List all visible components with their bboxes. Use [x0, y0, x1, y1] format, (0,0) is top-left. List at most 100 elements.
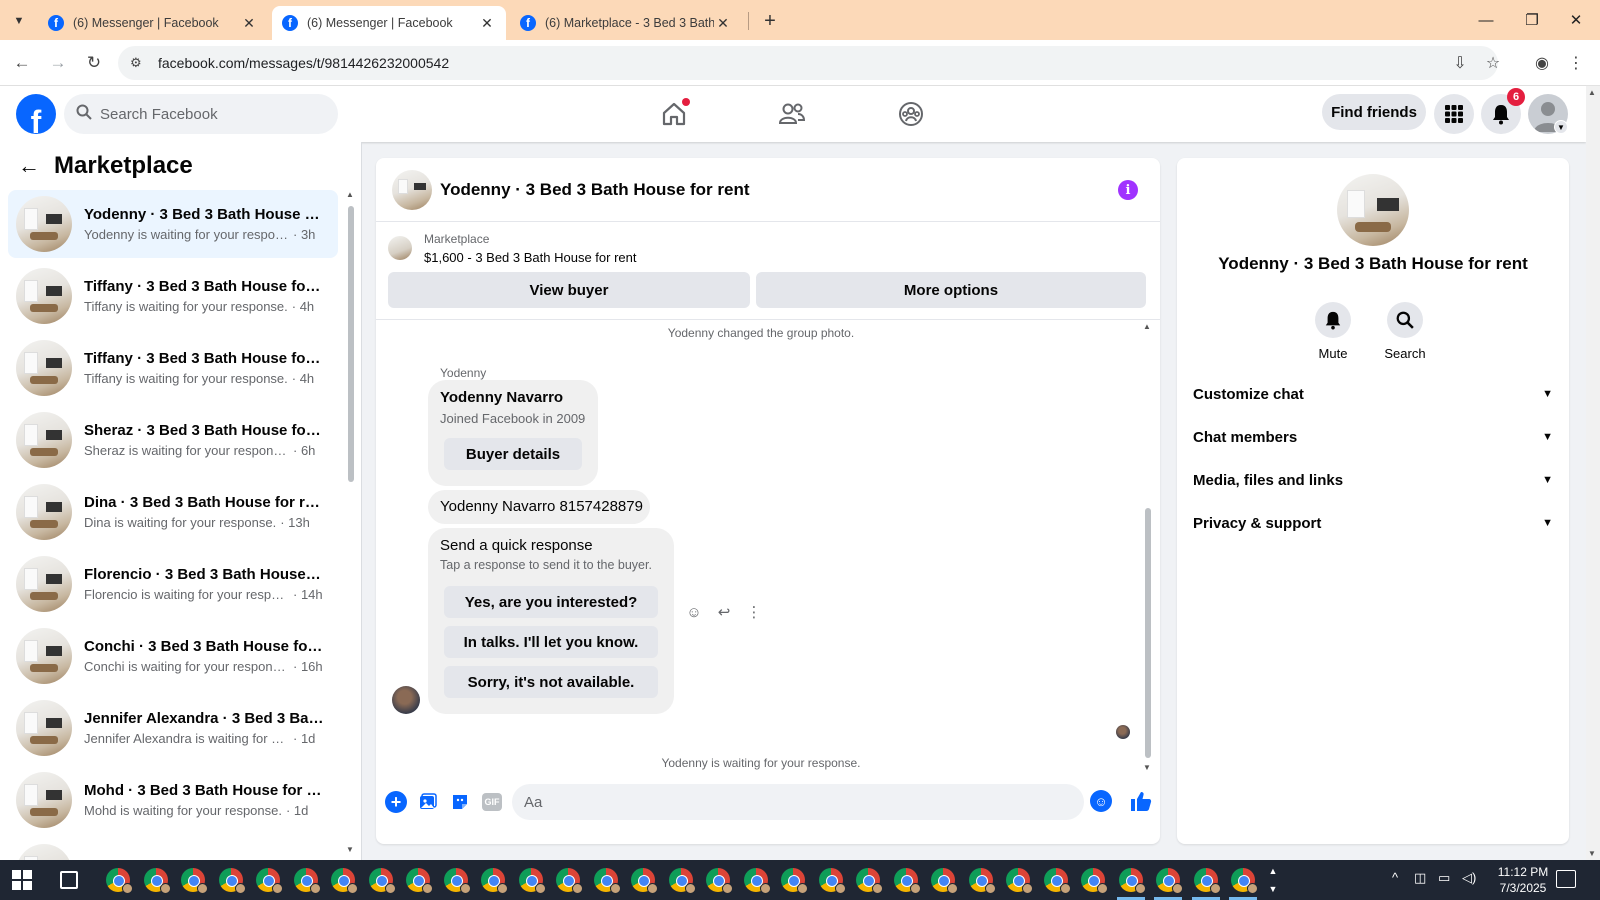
emoji-icon[interactable]: ☺: [1090, 790, 1112, 812]
section-chat-members[interactable]: Chat members ▼: [1193, 417, 1553, 457]
forward-arrow-icon[interactable]: →: [46, 51, 70, 75]
tab-close-icon[interactable]: ✕: [714, 14, 732, 32]
details-avatar[interactable]: [1337, 174, 1409, 246]
browser-tab-3[interactable]: f (6) Marketplace - 3 Bed 3 Bath House ✕: [510, 6, 742, 40]
windows-start-icon[interactable]: [12, 870, 32, 890]
chrome-taskbar-icon[interactable]: [931, 868, 958, 894]
conversation-item[interactable]: Yodenny · 3 Bed 3 Bath House for rent Yod…: [8, 190, 338, 258]
chrome-taskbar-icon[interactable]: [218, 868, 246, 894]
tab-close-icon[interactable]: ✕: [240, 14, 258, 32]
plus-circle-icon[interactable]: +: [384, 790, 408, 814]
window-close-icon[interactable]: ✕: [1556, 6, 1596, 34]
chrome-taskbar-icon[interactable]: [481, 868, 508, 894]
home-icon[interactable]: [656, 96, 692, 132]
chat-scroll-thumb[interactable]: [1145, 508, 1151, 758]
section-privacy-support[interactable]: Privacy & support ▼: [1193, 503, 1553, 543]
conversation-item[interactable]: Florencio · 3 Bed 3 Bath House for rent F…: [8, 550, 338, 618]
reply-arrow-icon[interactable]: ↩: [714, 602, 734, 622]
sticker-icon[interactable]: [448, 790, 472, 814]
chrome-taskbar-icon[interactable]: [143, 868, 171, 894]
meet-now-icon[interactable]: ◫: [1414, 870, 1426, 886]
conversation-item[interactable]: Mohd · 3 Bed 3 Bath House for rent Mohd i…: [8, 766, 338, 834]
section-customize-chat[interactable]: Customize chat ▼: [1193, 374, 1553, 414]
new-tab-plus-icon[interactable]: +: [758, 9, 782, 33]
chrome-taskbar-icon[interactable]: [556, 868, 583, 894]
search-action[interactable]: Search: [1375, 302, 1435, 361]
chrome-taskbar-icon[interactable]: [106, 868, 133, 894]
chat-scrollbar[interactable]: ▲ ▼: [1142, 322, 1154, 772]
chrome-taskbar-icon[interactable]: [593, 868, 621, 894]
chrome-taskbar-icon[interactable]: [818, 868, 846, 894]
facebook-search[interactable]: [64, 94, 338, 134]
groups-icon[interactable]: [893, 96, 929, 132]
chrome-taskbar-icon[interactable]: [518, 868, 546, 894]
buyer-details-button[interactable]: Buyer details: [444, 438, 582, 470]
quick-response-option[interactable]: Yes, are you interested?: [444, 586, 658, 618]
bell-icon[interactable]: [1315, 302, 1351, 338]
conversation-item[interactable]: Sys · 3 Bed 3 Bath House for rent: [8, 838, 338, 860]
reload-icon[interactable]: ↻: [82, 51, 106, 75]
chrome-taskbar-icon[interactable]: [631, 868, 658, 894]
sidebar-scrollbar[interactable]: ▲ ▼: [346, 190, 356, 854]
tab-close-icon[interactable]: ✕: [478, 14, 496, 32]
network-icon[interactable]: ▭: [1438, 870, 1450, 886]
mute-action[interactable]: Mute: [1303, 302, 1363, 361]
address-bar[interactable]: ⚙ facebook.com/messages/t/98144262320005…: [118, 46, 1498, 80]
search-input[interactable]: [100, 105, 320, 123]
chat-title[interactable]: Yodenny · 3 Bed 3 Bath House for rent: [440, 180, 750, 200]
sidebar-scroll-thumb[interactable]: [348, 206, 354, 482]
facebook-logo-icon[interactable]: f: [16, 94, 56, 134]
minimize-icon[interactable]: —: [1466, 6, 1506, 34]
quick-response-option[interactable]: Sorry, it's not available.: [444, 666, 658, 698]
message-input-box[interactable]: [512, 784, 1084, 820]
conversation-item[interactable]: Jennifer Alexandra · 3 Bed 3 Bath House …: [8, 694, 338, 762]
quick-response-option[interactable]: In talks. I'll let you know.: [444, 626, 658, 658]
info-icon[interactable]: i: [1118, 180, 1138, 200]
conversation-item[interactable]: Sheraz · 3 Bed 3 Bath House for rent Sher…: [8, 406, 338, 474]
chrome-taskbar-icon[interactable]: [368, 868, 396, 894]
react-emoji-icon[interactable]: ☺: [684, 602, 704, 622]
restore-icon[interactable]: ❐: [1512, 6, 1552, 34]
page-scrollbar[interactable]: ▲ ▼: [1586, 86, 1600, 860]
listing-thumbnail[interactable]: [388, 236, 412, 260]
tab-search-chevron-icon[interactable]: ▼: [8, 10, 30, 32]
chrome-taskbar-icon[interactable]: [256, 868, 283, 894]
listing-price-title[interactable]: $1,600 - 3 Bed 3 Bath House for rent: [424, 250, 636, 265]
chrome-taskbar-icon[interactable]: [706, 868, 733, 894]
notifications-bell-icon[interactable]: 6: [1481, 88, 1525, 134]
chrome-taskbar-icon[interactable]: [406, 868, 433, 894]
taskbar-scroll[interactable]: ▲ ▼: [1266, 862, 1280, 898]
tray-chevron-up-icon[interactable]: ^: [1392, 870, 1398, 885]
chrome-taskbar-icon[interactable]: [968, 868, 996, 894]
chrome-taskbar-icon[interactable]: [1043, 868, 1071, 894]
gif-icon[interactable]: GIF: [480, 790, 504, 814]
sender-avatar[interactable]: [392, 686, 420, 714]
conversation-item[interactable]: Tiffany · 3 Bed 3 Bath House for rent Tif…: [8, 262, 338, 330]
more-vertical-icon[interactable]: ⋮: [744, 602, 764, 622]
search-icon[interactable]: [1387, 302, 1423, 338]
chrome-taskbar-icon[interactable]: [743, 868, 771, 894]
browser-tab-1[interactable]: f (6) Messenger | Facebook ✕: [38, 6, 268, 40]
chrome-taskbar-icon[interactable]: [181, 868, 208, 894]
install-app-icon[interactable]: ⇩: [1448, 51, 1472, 75]
chrome-taskbar-icon[interactable]: [331, 868, 358, 894]
chrome-taskbar-icon[interactable]: [893, 868, 921, 894]
browser-tab-2[interactable]: f (6) Messenger | Facebook ✕: [272, 6, 506, 40]
chrome-taskbar-icon[interactable]: [1118, 868, 1146, 894]
notification-center-icon[interactable]: [1556, 870, 1576, 888]
system-clock[interactable]: 11:12 PM 7/3/2025: [1480, 864, 1566, 896]
volume-icon[interactable]: ◁): [1462, 870, 1476, 886]
profile-icon[interactable]: ◉: [1530, 51, 1554, 75]
account-chevron-down-icon[interactable]: ▼: [1554, 120, 1568, 134]
chat-avatar[interactable]: [392, 169, 432, 210]
chrome-taskbar-icon[interactable]: [856, 868, 883, 894]
find-friends-button[interactable]: Find friends: [1322, 94, 1426, 130]
view-buyer-button[interactable]: View buyer: [388, 272, 750, 308]
more-options-button[interactable]: More options: [756, 272, 1146, 308]
message-input[interactable]: [524, 793, 1024, 811]
site-info-icon[interactable]: ⚙: [130, 55, 150, 71]
thumbs-up-icon[interactable]: [1128, 788, 1154, 814]
friends-icon[interactable]: [774, 96, 810, 132]
more-menu-icon[interactable]: ⋮: [1564, 51, 1588, 75]
chrome-taskbar-icon[interactable]: [1081, 868, 1108, 894]
